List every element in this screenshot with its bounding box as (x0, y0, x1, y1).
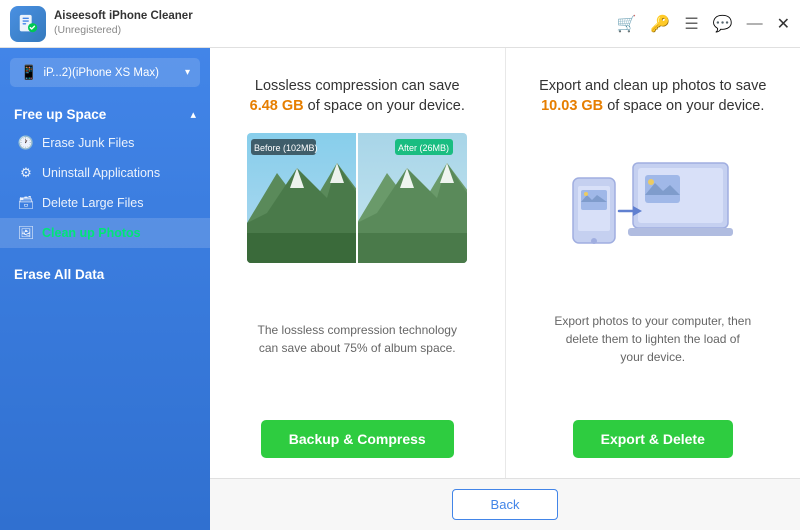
export-svg (563, 133, 743, 263)
file-icon: 🗃 (18, 195, 34, 211)
back-button[interactable]: Back (452, 489, 559, 520)
content-area: Lossless compression can save 6.48 GB of… (210, 48, 800, 530)
left-panel-title: Lossless compression can save 6.48 GB of… (250, 76, 465, 117)
device-selector[interactable]: 📱 iP...2)(iPhone XS Max) ▾ (10, 58, 200, 87)
export-delete-panel: Export and clean up photos to save 10.03… (506, 48, 800, 478)
app-logo (10, 6, 46, 42)
main-layout: 📱 iP...2)(iPhone XS Max) ▾ Free up Space… (0, 48, 800, 530)
device-name: iP...2)(iPhone XS Max) (43, 67, 179, 79)
left-panel-description: The lossless compression technology can … (257, 277, 457, 402)
backup-compress-button[interactable]: Backup & Compress (261, 420, 454, 458)
title-bar: Aiseesoft iPhone Cleaner (Unregistered) … (0, 0, 800, 48)
cleanup-photos-label: Clean up Photos (42, 226, 141, 240)
sidebar-item-erase-junk[interactable]: 🕐 Erase Junk Files (0, 128, 210, 158)
app-title-text: Aiseesoft iPhone Cleaner (Unregistered) (54, 9, 616, 38)
chevron-down-icon: ▾ (185, 67, 190, 78)
clock-icon: 🕐 (18, 135, 34, 151)
chat-icon[interactable]: 💬 (713, 14, 733, 34)
photo-icon: 🖼 (18, 225, 34, 241)
svg-text:After (26MB): After (26MB) (398, 143, 449, 153)
free-up-space-section: Free up Space ▴ 🕐 Erase Junk Files ⚙ Uni… (0, 101, 210, 256)
close-icon[interactable]: ✕ (777, 14, 790, 34)
cart-icon[interactable]: 🛒 (616, 14, 636, 34)
before-after-image: Before (102MB) After (26MB) (247, 133, 467, 263)
key-icon[interactable]: 🔑 (650, 14, 670, 34)
sidebar: 📱 iP...2)(iPhone XS Max) ▾ Free up Space… (0, 48, 210, 530)
sidebar-item-uninstall[interactable]: ⚙ Uninstall Applications (0, 158, 210, 188)
gear-icon: ⚙ (18, 165, 34, 181)
export-delete-button[interactable]: Export & Delete (573, 420, 733, 458)
uninstall-label: Uninstall Applications (42, 166, 160, 180)
delete-large-label: Delete Large Files (42, 196, 143, 210)
bottom-bar: Back (210, 478, 800, 530)
sidebar-item-cleanup-photos[interactable]: 🖼 Clean up Photos (0, 218, 210, 248)
phone-icon: 📱 (20, 64, 37, 81)
mountain-scene-svg: Before (102MB) After (26MB) (247, 133, 467, 263)
sidebar-item-delete-large[interactable]: 🗃 Delete Large Files (0, 188, 210, 218)
minimize-icon[interactable]: — (747, 15, 763, 33)
erase-all-data-section[interactable]: Erase All Data (0, 256, 210, 294)
svg-text:Before (102MB): Before (102MB) (254, 143, 318, 153)
section-chevron-icon: ▴ (190, 108, 196, 121)
erase-junk-label: Erase Junk Files (42, 136, 134, 150)
right-panel-description: Export photos to your computer, then del… (553, 277, 753, 402)
free-up-space-header[interactable]: Free up Space ▴ (0, 101, 210, 128)
erase-all-data-title: Erase All Data (14, 267, 104, 282)
title-controls: 🛒 🔑 ☰ 💬 — ✕ (616, 14, 790, 34)
backup-compress-panel: Lossless compression can save 6.48 GB of… (210, 48, 506, 478)
right-panel-title: Export and clean up photos to save 10.03… (530, 76, 777, 117)
free-up-space-title: Free up Space (14, 107, 106, 122)
menu-icon[interactable]: ☰ (684, 14, 698, 34)
panels-row: Lossless compression can save 6.48 GB of… (210, 48, 800, 478)
export-illustration (563, 133, 743, 263)
